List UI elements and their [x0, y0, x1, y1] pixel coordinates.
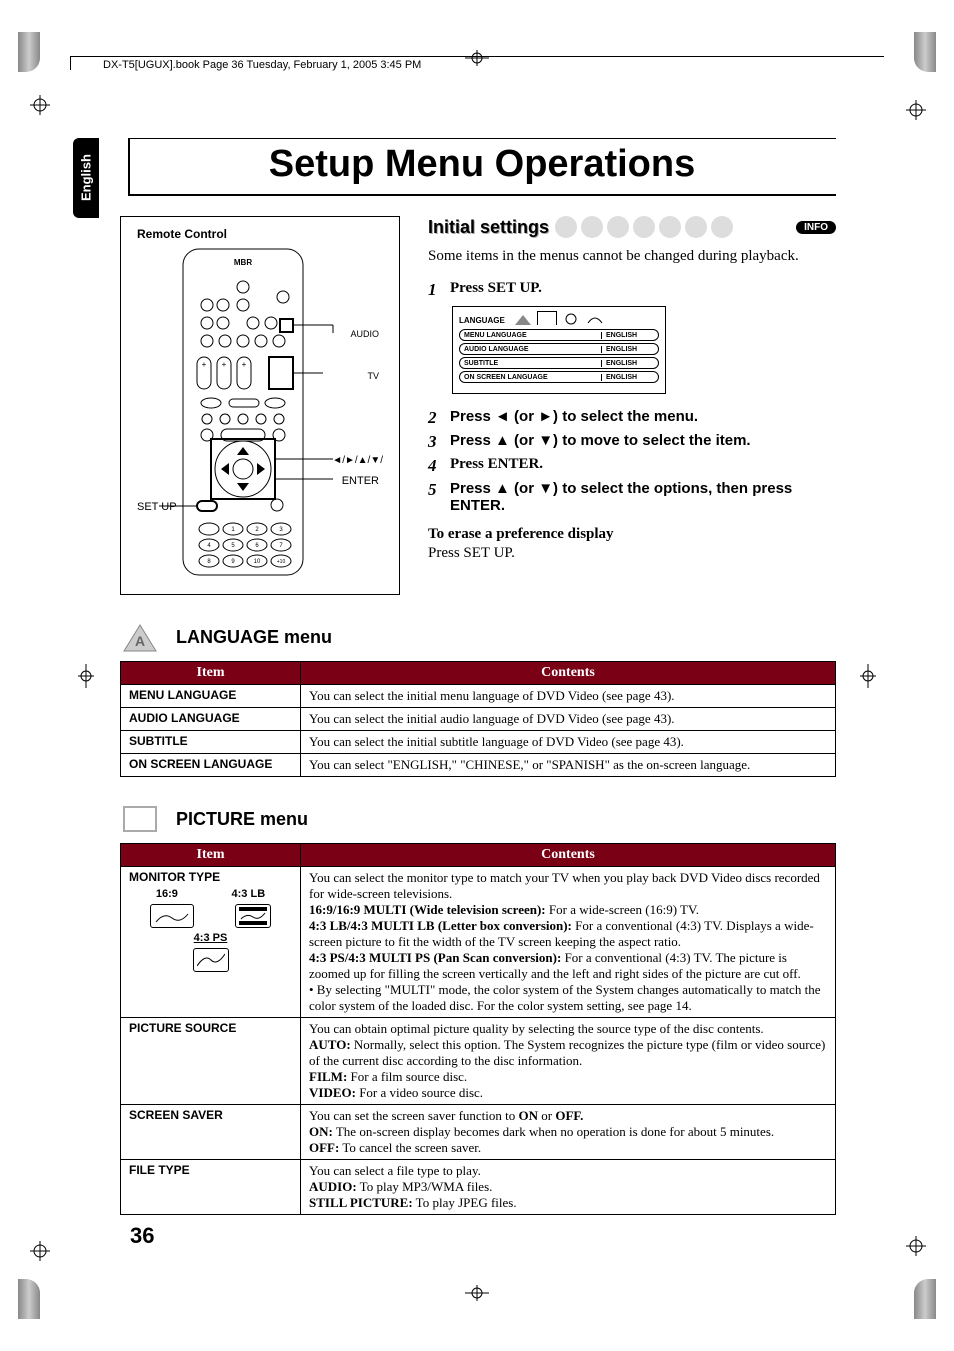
remote-label-audio: AUDIO — [350, 329, 379, 339]
svg-text:6: 6 — [255, 543, 259, 549]
svg-text:A: A — [135, 633, 145, 649]
osd-language-screenshot: LANGUAGE MENU LANGUAGEENGLISH AUDIO LANG… — [452, 306, 666, 394]
osd-row: ON SCREEN LANGUAGEENGLISH — [459, 371, 659, 383]
monitor-4-3-lb-icon — [235, 904, 271, 928]
monitor-16-9-icon — [150, 904, 194, 928]
erase-preference-heading: To erase a preference display — [428, 526, 836, 543]
book-info-text: DX-T5[UGUX].book Page 36 Tuesday, Februa… — [103, 59, 421, 71]
svg-text:+: + — [242, 360, 247, 369]
page-title: Setup Menu Operations — [128, 138, 836, 196]
table-row: MONITOR TYPE 16:94:3 LB 4:3 PS You can s… — [121, 867, 836, 1018]
binder-spine-decor — [914, 1279, 936, 1319]
svg-text:8: 8 — [207, 559, 211, 565]
table-row: PICTURE SOURCE You can obtain optimal pi… — [121, 1018, 836, 1105]
svg-text:10: 10 — [254, 559, 261, 565]
svg-text:4: 4 — [207, 543, 211, 549]
step-2: 2Press ◄ (or ►) to select the menu. — [428, 408, 836, 428]
picture-menu-icon — [120, 803, 160, 835]
osd-tab-other-icon — [585, 313, 605, 325]
table-header-item: Item — [121, 662, 301, 685]
crop-mark-icon — [860, 664, 876, 688]
svg-text:2: 2 — [255, 527, 259, 533]
crop-mark-icon — [30, 95, 50, 115]
table-row: SUBTITLEYou can select the initial subti… — [121, 731, 836, 754]
table-row: FILE TYPE You can select a file type to … — [121, 1160, 836, 1215]
svg-text:+: + — [222, 360, 227, 369]
table-row: AUDIO LANGUAGEYou can select the initial… — [121, 708, 836, 731]
osd-tab-label: LANGUAGE — [459, 316, 505, 325]
svg-text:3: 3 — [279, 527, 283, 533]
osd-row: AUDIO LANGUAGEENGLISH — [459, 343, 659, 355]
crop-mark-icon — [906, 100, 926, 120]
step-5: 5Press ▲ (or ▼) to select the options, t… — [428, 480, 836, 514]
table-row: SCREEN SAVER You can set the screen save… — [121, 1105, 836, 1160]
crop-mark-icon — [465, 1285, 489, 1301]
table-header-item: Item — [121, 844, 301, 867]
language-menu-title: LANGUAGE menu — [176, 627, 332, 648]
table-header-contents: Contents — [301, 844, 836, 867]
remote-label-setup: SET UP — [137, 501, 177, 513]
binder-spine-decor — [914, 32, 936, 72]
language-menu-table: ItemContents MENU LANGUAGEYou can select… — [120, 661, 836, 777]
svg-text:5: 5 — [231, 543, 235, 549]
picture-menu-section: PICTURE menu ItemContents MONITOR TYPE 1… — [120, 803, 836, 1215]
language-tab: English — [73, 138, 99, 218]
osd-row: MENU LANGUAGEENGLISH — [459, 329, 659, 341]
language-menu-section: A LANGUAGE menu ItemContents MENU LANGUA… — [120, 621, 836, 777]
initial-settings-heading-row: Initial settings INFO — [428, 216, 836, 238]
binder-spine-decor — [18, 32, 40, 72]
remote-label-arrows: ◄/►/▲/▼/ — [332, 455, 383, 466]
picture-menu-table: ItemContents MONITOR TYPE 16:94:3 LB 4:3… — [120, 843, 836, 1215]
svg-text:+10: +10 — [277, 559, 286, 565]
erase-preference-body: Press SET UP. — [428, 543, 836, 563]
initial-settings-heading: Initial settings — [428, 217, 549, 238]
osd-row: SUBTITLEENGLISH — [459, 357, 659, 369]
crop-mark-icon — [906, 1236, 926, 1256]
remote-label-tv: TV — [367, 371, 379, 381]
step-3: 3Press ▲ (or ▼) to move to select the it… — [428, 432, 836, 452]
step-4: 4Press ENTER. — [428, 456, 836, 476]
remote-brand-text: MBR — [234, 258, 252, 267]
svg-text:+: + — [202, 360, 207, 369]
initial-intro-text: Some items in the menus cannot be change… — [428, 246, 836, 266]
table-row: MENU LANGUAGEYou can select the initial … — [121, 685, 836, 708]
crop-mark-icon — [78, 664, 94, 688]
page-header-line: DX-T5[UGUX].book Page 36 Tuesday, Februa… — [70, 56, 884, 70]
remote-label-enter: ENTER — [342, 475, 379, 487]
decorative-dots — [555, 216, 790, 238]
remote-control-panel: Remote Control MBR — [120, 216, 400, 595]
monitor-type-intro: You can select the monitor type to match… — [309, 870, 827, 902]
svg-text:9: 9 — [231, 559, 235, 565]
crop-mark-icon — [30, 1241, 50, 1261]
table-header-contents: Contents — [301, 662, 836, 685]
remote-control-diagram: MBR + + + — [137, 247, 383, 579]
binder-spine-decor — [18, 1279, 40, 1319]
table-row: ON SCREEN LANGUAGEYou can select "ENGLIS… — [121, 754, 836, 777]
page-number: 36 — [130, 1223, 154, 1249]
info-badge: INFO — [796, 221, 836, 234]
svg-text:7: 7 — [279, 543, 283, 549]
picture-menu-title: PICTURE menu — [176, 809, 308, 830]
remote-control-heading: Remote Control — [137, 227, 383, 241]
osd-tab-audio-icon — [561, 313, 581, 325]
language-menu-icon: A — [120, 621, 160, 653]
osd-tab-language-icon — [513, 313, 533, 325]
step-1: 1Press SET UP. — [428, 280, 836, 300]
monitor-type-label: MONITOR TYPE — [129, 870, 292, 884]
svg-text:1: 1 — [231, 527, 235, 533]
monitor-4-3-ps-icon — [193, 948, 229, 972]
osd-tab-picture-icon — [537, 311, 557, 325]
